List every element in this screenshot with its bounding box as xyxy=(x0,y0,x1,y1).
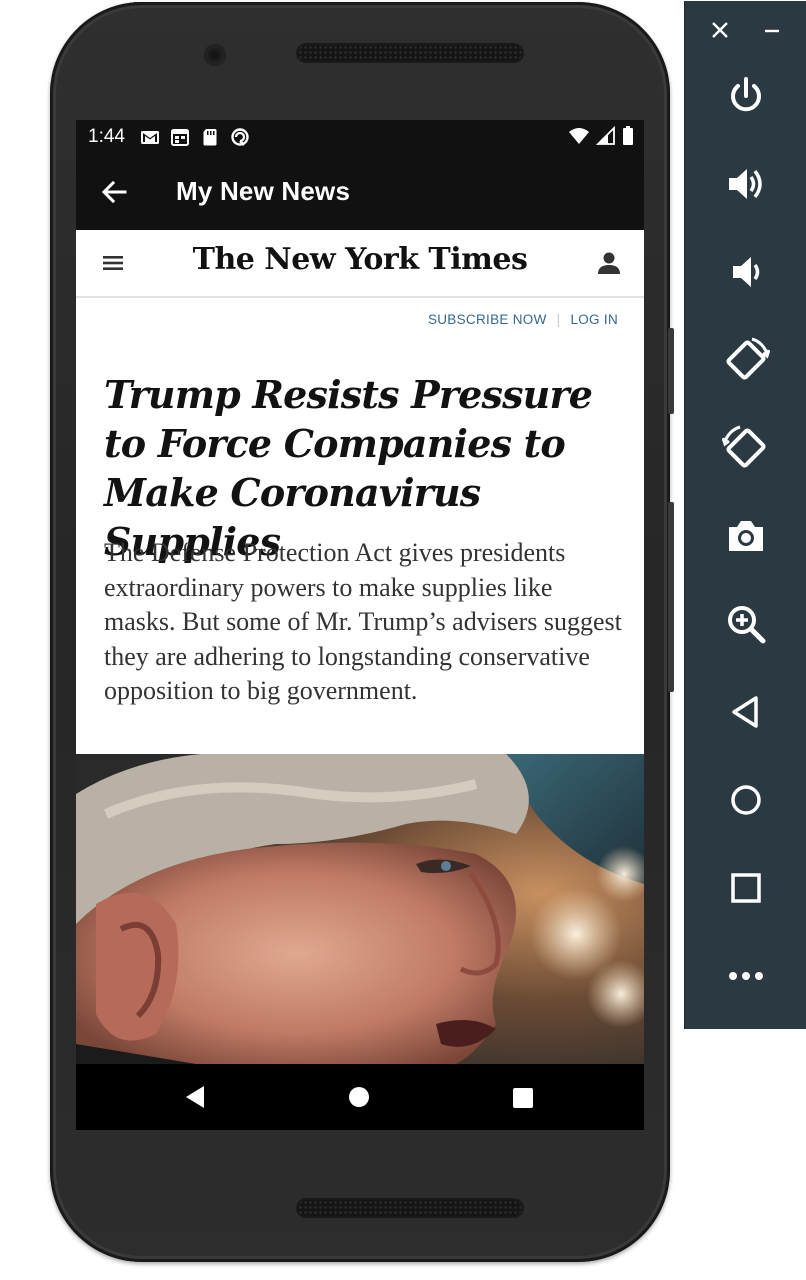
power-icon xyxy=(731,77,761,112)
camera-icon xyxy=(729,521,763,551)
back-button[interactable] xyxy=(718,684,774,740)
more-icon xyxy=(729,972,763,980)
android-nav-bar xyxy=(76,1064,644,1130)
close-icon[interactable] xyxy=(711,21,729,39)
arrow-back-icon[interactable] xyxy=(98,176,130,208)
power-key xyxy=(668,502,674,692)
system-status-icons xyxy=(568,126,634,146)
front-camera xyxy=(204,44,226,66)
lead-photo[interactable] xyxy=(76,754,644,1064)
article-summary: The Defense Protection Act gives preside… xyxy=(104,538,622,705)
zoom-icon xyxy=(728,606,766,644)
gmail-icon xyxy=(141,131,159,144)
rotate-left-button[interactable] xyxy=(718,332,774,388)
nyt-header: The New York Times xyxy=(76,230,644,298)
app-bar: My New News xyxy=(76,154,644,230)
power-button[interactable] xyxy=(718,68,774,124)
volume-up-button[interactable] xyxy=(718,156,774,212)
signal-icon xyxy=(596,126,615,145)
subscribe-links: SUBSCRIBE NOW | LOG IN xyxy=(428,312,618,327)
screenshot-button[interactable] xyxy=(718,508,774,564)
link-separator: | xyxy=(556,312,561,327)
rotate-right-icon xyxy=(722,425,766,468)
sd-card-icon xyxy=(203,129,217,146)
status-bar: 1:44 xyxy=(76,120,644,154)
account-icon[interactable] xyxy=(596,250,622,276)
volume-rocker xyxy=(668,328,674,414)
log-in-link[interactable]: LOG IN xyxy=(570,312,618,327)
battery-icon xyxy=(623,126,633,145)
overview-button[interactable] xyxy=(718,860,774,916)
emulator-control-panel xyxy=(684,1,806,1029)
back-icon xyxy=(732,696,758,728)
portrait-photo xyxy=(76,754,644,1064)
home-button[interactable] xyxy=(718,772,774,828)
app-title: My New News xyxy=(176,176,351,206)
volume-up-icon xyxy=(729,169,762,199)
notification-icons xyxy=(140,127,250,147)
status-time: 1:44 xyxy=(88,126,125,147)
rotate-left-icon xyxy=(726,337,770,380)
calendar-icon xyxy=(171,129,189,146)
more-button[interactable] xyxy=(718,948,774,1004)
nyt-logo[interactable]: The New York Times xyxy=(76,242,644,277)
home-icon xyxy=(731,785,761,815)
wifi-icon xyxy=(569,128,589,144)
top-speaker xyxy=(296,43,524,63)
nav-home-icon[interactable] xyxy=(348,1086,370,1108)
phone-screen: 1:44 My New News The New York Times SUBS… xyxy=(76,120,644,1130)
subscribe-now-link[interactable]: SUBSCRIBE NOW xyxy=(428,312,547,327)
overview-icon xyxy=(731,873,761,903)
window-controls xyxy=(685,15,806,47)
nav-recents-icon[interactable] xyxy=(512,1087,534,1109)
minimize-icon[interactable] xyxy=(763,21,781,39)
zoom-button[interactable] xyxy=(718,596,774,652)
nav-back-icon[interactable] xyxy=(182,1084,208,1110)
volume-down-button[interactable] xyxy=(718,244,774,300)
sync-icon xyxy=(231,128,249,146)
article-webview[interactable]: The New York Times SUBSCRIBE NOW | LOG I… xyxy=(76,230,644,1064)
volume-down-icon xyxy=(733,257,760,287)
rotate-right-button[interactable] xyxy=(718,420,774,476)
bottom-speaker xyxy=(296,1198,524,1218)
